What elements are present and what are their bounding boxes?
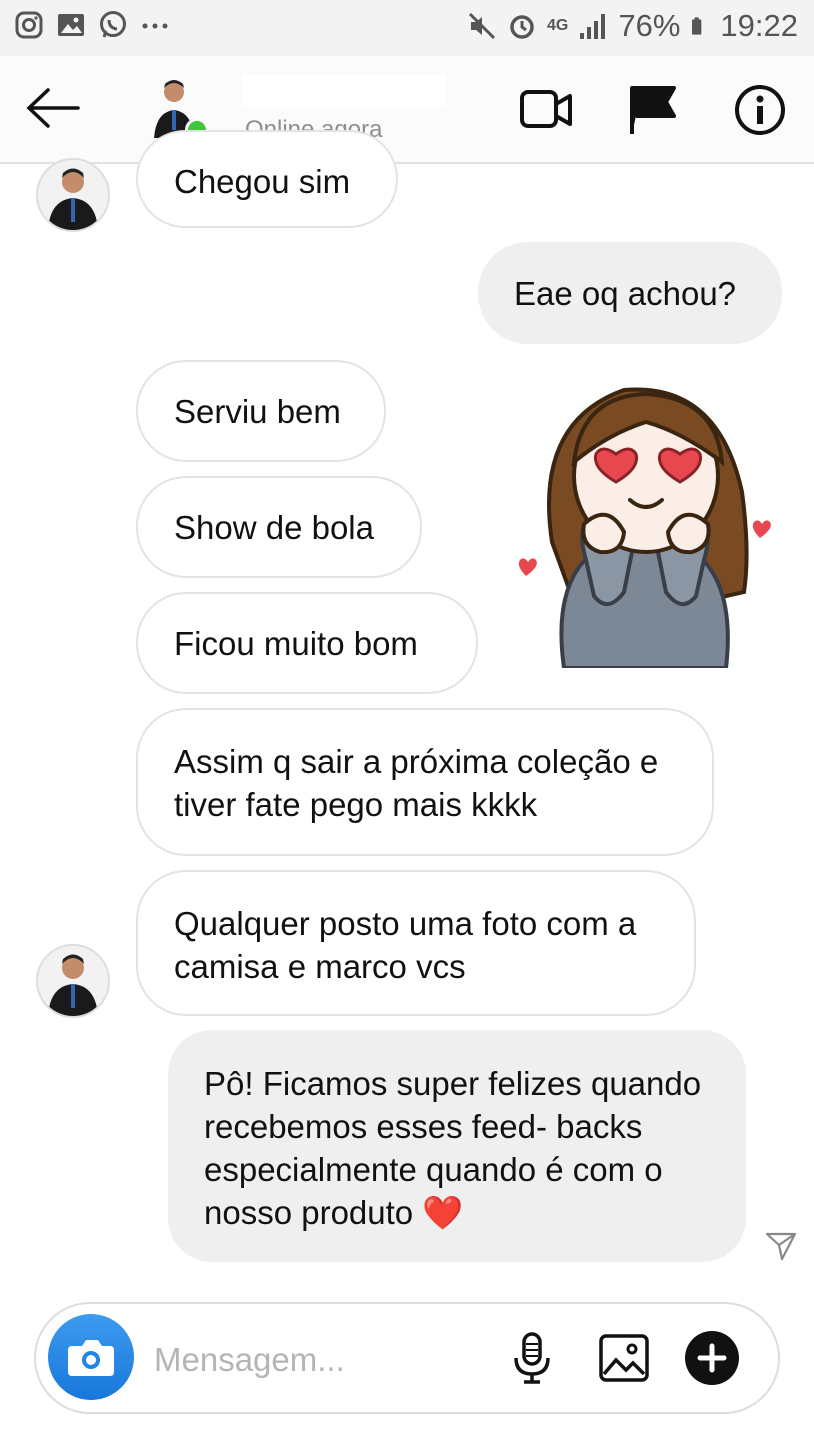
plus-icon[interactable] [684, 1330, 740, 1386]
back-arrow-icon[interactable] [24, 86, 82, 130]
more-icon [142, 23, 168, 29]
gallery-icon [58, 14, 84, 36]
message-bubble-incoming[interactable]: Qualquer posto uma foto com a camisa e m… [136, 870, 696, 1016]
info-icon[interactable] [732, 82, 788, 138]
whatsapp-icon [100, 11, 126, 38]
microphone-icon[interactable] [504, 1330, 560, 1386]
contact-avatar-small[interactable] [36, 158, 110, 232]
message-bubble-incoming[interactable]: Show de bola [136, 476, 422, 578]
message-bubble-incoming[interactable]: Serviu bem [136, 360, 386, 462]
girl-heart-eyes-sticker[interactable] [512, 382, 774, 668]
message-bubble-incoming[interactable]: Ficou muito bom [136, 592, 478, 694]
video-call-icon[interactable] [518, 82, 574, 138]
sent-icon [765, 1232, 797, 1261]
message-input[interactable] [152, 1334, 476, 1386]
battery-icon [692, 17, 702, 35]
status-bar: 4G 76% 19:22 [0, 0, 814, 56]
chat-header: Online agora [0, 56, 814, 164]
message-bubble-incoming[interactable]: Assim q sair a próxima coleção e tiver f… [136, 708, 714, 856]
instagram-icon [15, 11, 43, 39]
message-composer [34, 1302, 780, 1414]
network-type: 4G [547, 17, 569, 34]
signal-icon [580, 14, 606, 39]
message-bubble-incoming[interactable]: Chegou sim [136, 130, 398, 228]
flag-icon[interactable] [626, 82, 682, 138]
message-bubble-outgoing[interactable]: Eae oq achou? [478, 242, 782, 344]
battery-percent: 76% [618, 8, 681, 43]
contact-avatar-small[interactable] [36, 944, 110, 1018]
mute-icon [468, 12, 496, 40]
camera-button[interactable] [48, 1314, 134, 1400]
contact-name-redacted [242, 74, 446, 108]
camera-icon [68, 1340, 114, 1376]
alarm-icon [510, 15, 534, 39]
clock: 19:22 [720, 8, 798, 43]
message-bubble-outgoing[interactable]: Pô! Ficamos super felizes quando recebem… [168, 1030, 746, 1262]
gallery-icon[interactable] [596, 1330, 652, 1386]
